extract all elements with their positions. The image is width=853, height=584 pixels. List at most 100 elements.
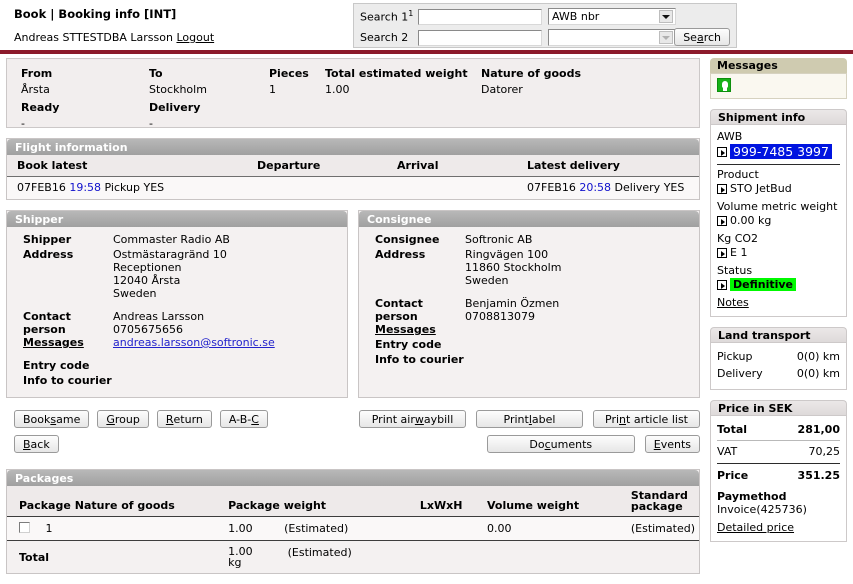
status-badge: Definitive bbox=[730, 278, 797, 291]
consignee-panel-title: Consignee bbox=[359, 211, 699, 227]
notes-link[interactable]: Notes bbox=[717, 296, 749, 309]
shipper-contact-value: Andreas Larsson 0705675656 andreas.larss… bbox=[113, 310, 341, 349]
shipper-info-courier-value bbox=[113, 374, 341, 387]
consignee-entry-code-value bbox=[465, 338, 693, 351]
address-panels-row: Shipper Shipper Commaster Radio AB Addre… bbox=[6, 210, 700, 398]
shipper-contact-phone: 0705675656 bbox=[113, 323, 183, 336]
package-checkbox[interactable] bbox=[19, 522, 30, 533]
search-1-label: Search 11 bbox=[360, 9, 414, 24]
expand-icon[interactable] bbox=[717, 183, 727, 194]
package-standard-package: (Estimated) bbox=[630, 516, 699, 541]
page-title: Book | Booking info [INT] bbox=[14, 7, 177, 21]
shipper-entry-code-value bbox=[113, 359, 341, 372]
logout-link[interactable]: Logout bbox=[176, 31, 214, 44]
consignee-entry-code-row: Entry code bbox=[365, 338, 693, 351]
consignee-entry-code-label: Entry code bbox=[375, 338, 442, 351]
user-name: Andreas STTESTDBA Larsson bbox=[14, 31, 173, 44]
search-2-label: Search 2 bbox=[360, 31, 409, 44]
divider bbox=[717, 164, 840, 165]
search-1-select-value: AWB nbr bbox=[552, 10, 600, 23]
pickup-row: Pickup 0(0) km bbox=[717, 348, 840, 365]
product-field: Product STO JetBud bbox=[717, 168, 840, 195]
group-button[interactable]: Group bbox=[97, 410, 149, 428]
events-button[interactable]: Events bbox=[644, 435, 700, 453]
co2-label: Kg CO2 bbox=[717, 232, 759, 245]
consignee-name-label: Consignee bbox=[375, 233, 440, 246]
accent-divider bbox=[0, 50, 853, 54]
chevron-down-icon[interactable] bbox=[659, 31, 673, 44]
search-panel: Search 11 AWB nbr Search 2 Se a rch bbox=[353, 3, 737, 48]
summary-goods-value: Datorer bbox=[481, 83, 523, 96]
consignee-messages-link[interactable]: Messages bbox=[375, 323, 436, 336]
status-value-row: Definitive bbox=[717, 278, 840, 291]
shipper-contact-email[interactable]: andreas.larsson@softronic.se bbox=[113, 336, 275, 349]
action-row-1: Book s ame Group Return A-B- C Print air w a… bbox=[6, 410, 700, 430]
volume-weight-label: Volume metric weight bbox=[717, 200, 838, 213]
search-1-select[interactable]: AWB nbr bbox=[548, 8, 676, 25]
consignee-info-courier-row: Info to courier bbox=[365, 353, 693, 366]
price-panel-body: Total 281,00 VAT 70,25 Price 351.25 Paym… bbox=[710, 415, 847, 542]
shipper-contact-labels: Contact person Messages bbox=[13, 310, 113, 349]
packages-header-row: Package Nature of goods Package weight L… bbox=[7, 486, 699, 517]
search-2-select[interactable] bbox=[548, 29, 676, 46]
price-panel-title: Price in SEK bbox=[710, 400, 847, 415]
shipper-messages-link[interactable]: Messages bbox=[23, 336, 84, 349]
summary-pieces-value: 1 bbox=[269, 83, 276, 96]
product-value: STO JetBud bbox=[730, 182, 792, 195]
search-2-input[interactable] bbox=[418, 29, 542, 46]
detailed-price-link[interactable]: Detailed price bbox=[717, 521, 794, 534]
consignee-contact-name: Benjamin Özmen bbox=[465, 297, 560, 310]
shipper-address-row: Address Ostmästaragränd 10 Receptionen 1… bbox=[13, 248, 341, 300]
chevron-down-icon[interactable] bbox=[659, 10, 673, 23]
volume-weight-field: Volume metric weight 0.00 kg bbox=[717, 200, 840, 227]
delivery-label: Delivery bbox=[717, 367, 763, 380]
summary-weight-value: 1.00 bbox=[325, 83, 350, 96]
action-row-2-left: Back bbox=[14, 435, 59, 453]
summary-from-value: Årsta bbox=[21, 83, 50, 96]
shipper-info-courier-row: Info to courier bbox=[13, 374, 341, 387]
book-latest-suffix: Pickup YES bbox=[104, 181, 165, 194]
print-label-button[interactable]: Print l abel bbox=[476, 410, 583, 428]
search-1-input[interactable] bbox=[418, 8, 542, 25]
shipper-panel: Shipper Shipper Commaster Radio AB Addre… bbox=[6, 210, 348, 398]
print-article-list-button[interactable]: Pri n t article list bbox=[593, 410, 700, 428]
documents-button[interactable]: Do c uments bbox=[486, 435, 635, 453]
consignee-info-courier-label: Info to courier bbox=[375, 353, 464, 366]
delivery-row: Delivery 0(0) km bbox=[717, 365, 840, 382]
package-nature-of-goods bbox=[74, 516, 229, 541]
awb-value-row: 999-7485 3997 bbox=[717, 144, 840, 159]
flight-arrival-cell bbox=[387, 176, 517, 199]
back-button[interactable]: Back bbox=[14, 435, 59, 453]
volume-weight-value: 0.00 kg bbox=[730, 214, 772, 227]
shipment-info-body: AWB 999-7485 3997 Product STO JetBud Vol… bbox=[710, 124, 847, 317]
pickup-value: 0(0) km bbox=[796, 350, 840, 363]
package-weight-cell: 1.00 (Estimated) bbox=[228, 516, 420, 541]
package-volume-weight: 0.00 bbox=[486, 516, 631, 541]
flight-col-latest-delivery: Latest delivery bbox=[517, 155, 699, 177]
shipper-info-courier-label: Info to courier bbox=[23, 374, 112, 387]
expand-icon[interactable] bbox=[717, 247, 727, 258]
lightbulb-icon[interactable] bbox=[717, 78, 731, 92]
consignee-address-value: Ringvägen 100 11860 Stockholm Sweden bbox=[465, 248, 693, 287]
paymethod-field: Paymethod Invoice(425736) bbox=[717, 490, 840, 516]
search-button[interactable]: Se a rch bbox=[674, 28, 730, 46]
print-airwaybill-button[interactable]: Print air w aybill bbox=[359, 410, 466, 428]
packages-table: Package Nature of goods Package weight L… bbox=[7, 486, 699, 573]
book-same-button[interactable]: Book s ame bbox=[14, 410, 90, 428]
expand-icon[interactable] bbox=[717, 279, 727, 290]
expand-icon[interactable] bbox=[717, 146, 727, 157]
abc-button[interactable]: A-B- C bbox=[219, 410, 268, 428]
consignee-address-row: Address Ringvägen 100 11860 Stockholm Sw… bbox=[365, 248, 693, 287]
price-total-row: Total 281,00 bbox=[717, 421, 840, 438]
expand-icon[interactable] bbox=[717, 215, 727, 226]
shipper-body: Shipper Commaster Radio AB Address Ostmä… bbox=[7, 227, 347, 397]
shipper-entry-code-label: Entry code bbox=[23, 359, 90, 372]
price-total-label: Total bbox=[717, 423, 748, 436]
co2-field: Kg CO2 E 1 bbox=[717, 232, 840, 259]
flight-book-latest-cell: 07FEB16 19:58 Pickup YES bbox=[7, 176, 247, 199]
delivery-value: 0(0) km bbox=[796, 367, 840, 380]
package-lxwxh bbox=[419, 516, 487, 541]
land-transport-title: Land transport bbox=[710, 327, 847, 342]
return-button[interactable]: Return bbox=[156, 410, 212, 428]
packages-panel-title: Packages bbox=[7, 470, 699, 486]
